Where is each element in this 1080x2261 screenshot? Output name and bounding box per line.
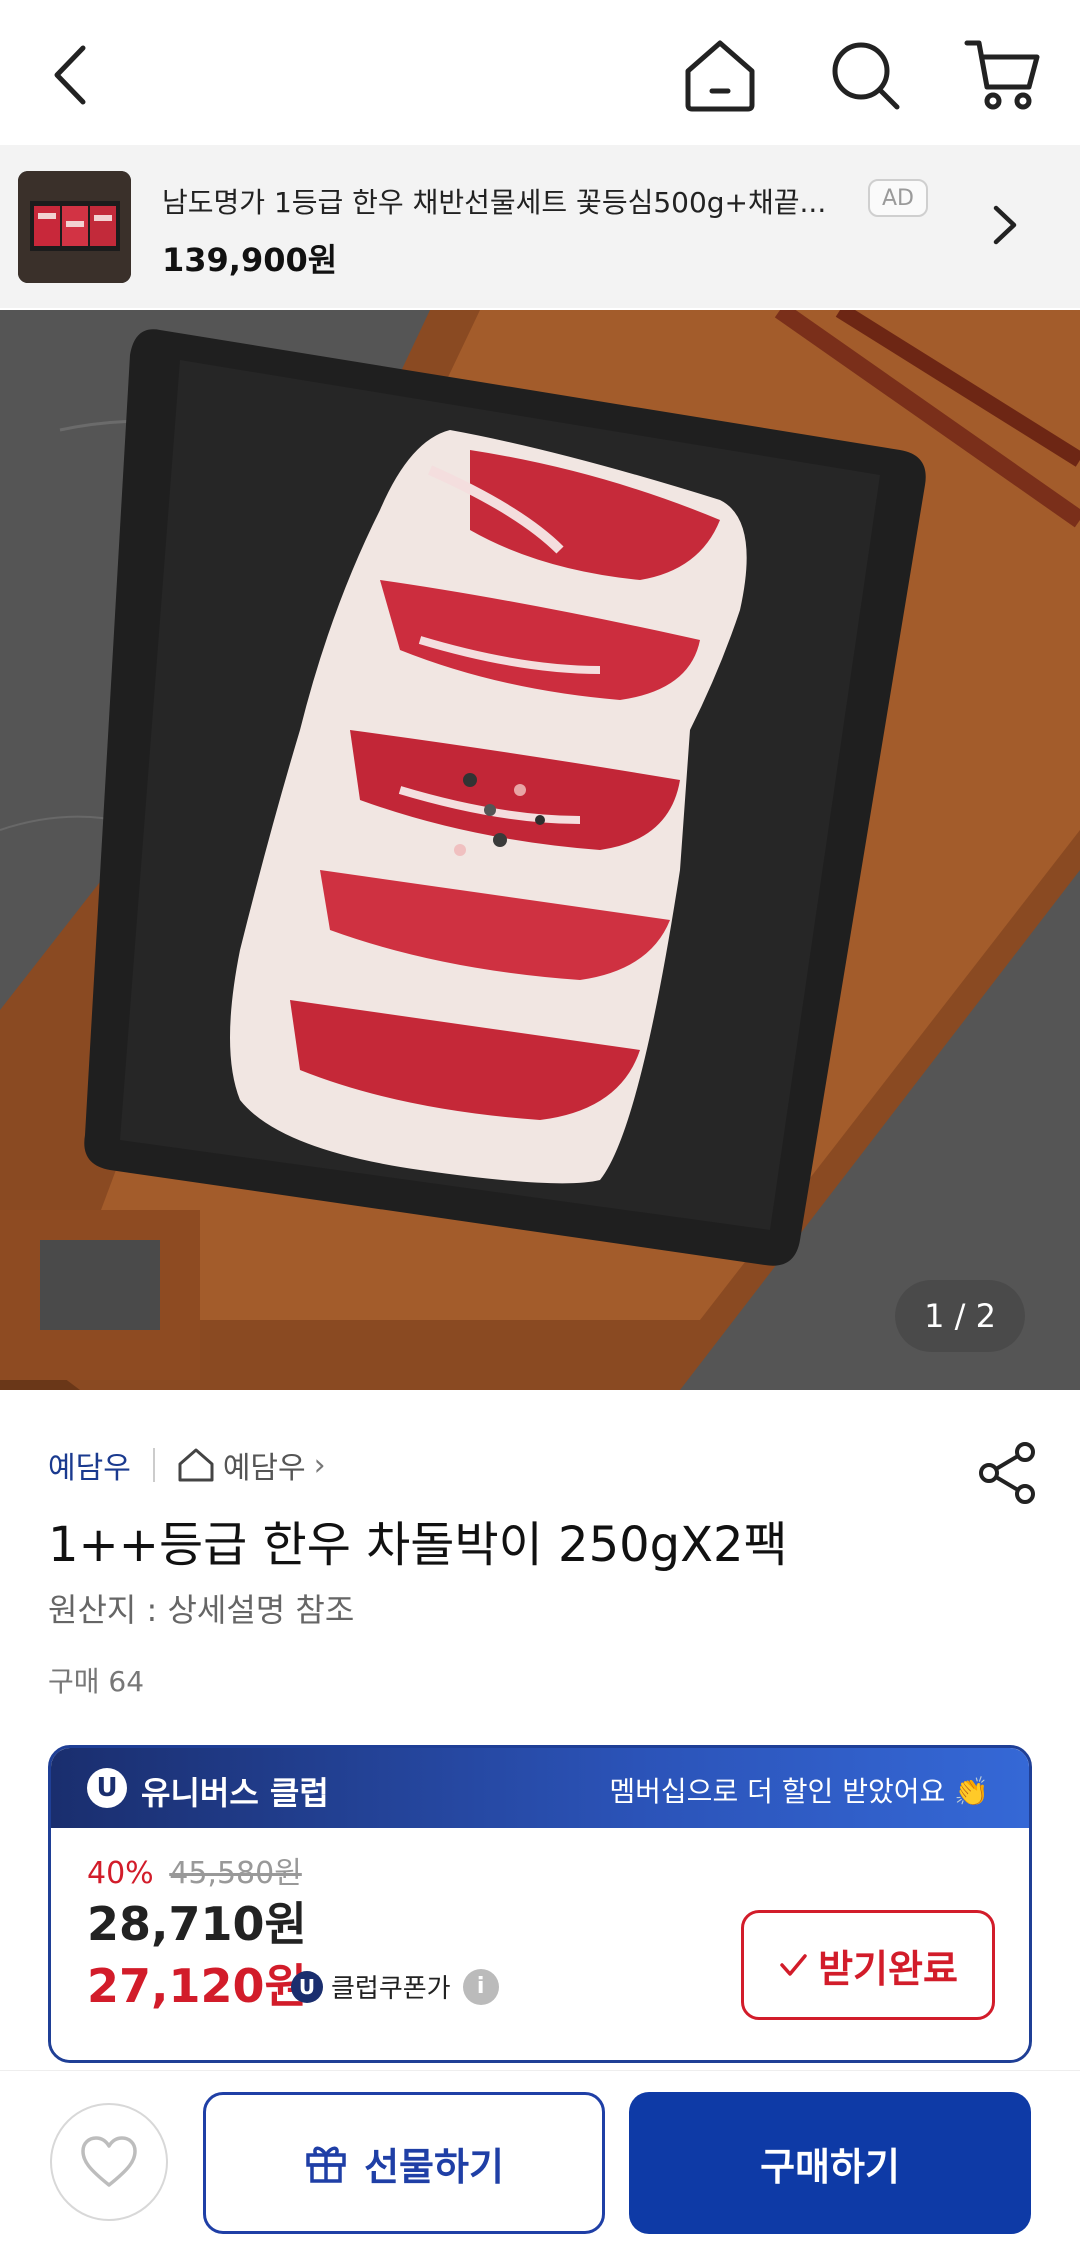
ad-title: 남도명가 1등급 한우 채반선물세트 꽃등심500g+채끝... (162, 186, 827, 219)
original-price: 45,580원 (169, 1856, 302, 1891)
cart-icon[interactable] (958, 30, 1048, 120)
coupon-received-button[interactable]: 받기완료 (741, 1910, 995, 2020)
buy-button[interactable]: 구매하기 (629, 2092, 1031, 2234)
share-icon[interactable] (975, 1440, 1041, 1506)
brand-link[interactable]: 예담우 (48, 1443, 131, 1487)
product-origin: 원산지 : 상세설명 참조 (48, 1591, 355, 1629)
search-icon[interactable] (820, 30, 910, 120)
purchase-count: 구매 64 (48, 1665, 145, 1698)
store-row: 예담우 예담우 › (48, 1440, 326, 1490)
ad-badge: AD (868, 179, 928, 217)
home-icon[interactable] (675, 30, 765, 120)
back-arrow-icon[interactable] (25, 30, 115, 120)
product-title: 1++등급 한우 차돌박이 250gX2팩 (48, 1517, 788, 1573)
top-navigation-bar (0, 0, 1080, 145)
gift-label: 선물하기 (364, 2144, 504, 2189)
bottom-action-bar: 선물하기 구매하기 (0, 2070, 1080, 2261)
coupon-label: 클럽쿠폰가 (331, 1974, 451, 2004)
coupon-received-label: 받기완료 (818, 1946, 958, 1991)
image-counter: 1 / 2 (895, 1280, 1025, 1352)
sale-price: 28,710원 (87, 1897, 307, 1951)
store-home-link[interactable]: 예담우 › (177, 1443, 326, 1487)
club-message: 멤버십으로 더 할인 받았어요 👏 (609, 1775, 989, 1808)
coupon-price: 27,120원 (87, 1959, 307, 2013)
club-name: 유니버스 클럽 (141, 1774, 329, 1812)
wishlist-button[interactable] (50, 2103, 168, 2221)
club-body: 40% 45,580원 28,710원 27,120원 U 클럽쿠폰가 i 받기… (51, 1828, 1029, 2060)
discount-rate: 40% (87, 1856, 154, 1891)
club-u-badge: U (87, 1768, 127, 1808)
club-u-small-badge: U (291, 1970, 323, 2003)
check-icon (778, 1950, 808, 1980)
store-home-label: 예담우 (222, 1451, 306, 1486)
club-price-box: U 유니버스 클럽 멤버십으로 더 할인 받았어요 👏 40% 45,580원 … (48, 1745, 1032, 2063)
ad-product-thumbnail (18, 171, 131, 283)
discount-row: 40% 45,580원 (87, 1848, 302, 1892)
ad-banner[interactable]: 남도명가 1등급 한우 채반선물세트 꽃등심500g+채끝... AD 139,… (0, 145, 1080, 308)
divider (152, 1448, 155, 1482)
gift-button[interactable]: 선물하기 (203, 2092, 605, 2234)
ad-price: 139,900원 (162, 241, 338, 279)
chevron-right-small-icon: › (313, 1447, 326, 1483)
store-home-icon (177, 1447, 215, 1483)
chevron-right-icon[interactable] (980, 200, 1030, 250)
product-photo (0, 310, 1080, 1390)
info-icon[interactable]: i (462, 1968, 499, 2005)
coupon-label-row: U 클럽쿠폰가 i (291, 1968, 499, 2005)
gift-icon (304, 2141, 348, 2185)
heart-icon (81, 2136, 137, 2187)
club-header: U 유니버스 클럽 멤버십으로 더 할인 받았어요 👏 (51, 1748, 1029, 1828)
product-image-carousel[interactable] (0, 310, 1080, 1390)
